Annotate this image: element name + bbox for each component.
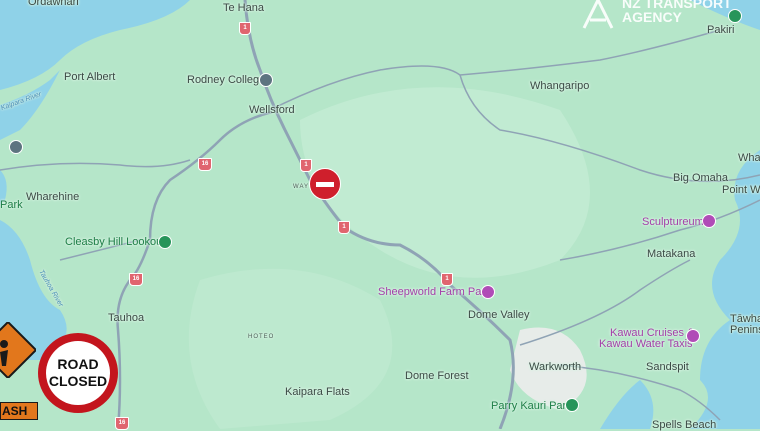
- road-closed-sign: ROAD CLOSED: [38, 333, 118, 413]
- place-label[interactable]: Pakiri: [707, 25, 735, 36]
- place-label[interactable]: Dome Forest: [405, 371, 469, 382]
- place-label[interactable]: Dome Valley: [468, 310, 530, 321]
- highway-1-shield: 1: [441, 273, 453, 286]
- place-label[interactable]: Tauhoa: [108, 313, 144, 324]
- poi-label[interactable]: Sheepworld Farm Park: [378, 287, 491, 298]
- park-label[interactable]: Parry Kauri Park: [491, 401, 572, 412]
- place-label: WAY: [293, 184, 309, 190]
- place-label[interactable]: Rodney College: [187, 75, 265, 86]
- ferry-icon[interactable]: [686, 329, 700, 343]
- highway-1-shield: 1: [300, 159, 312, 172]
- highway-1-shield: 1: [338, 221, 350, 234]
- place-icon[interactable]: [9, 140, 23, 154]
- park-label[interactable]: Cleasby Hill Lookout: [65, 237, 165, 248]
- crash-label: ASH: [0, 402, 38, 420]
- place-label[interactable]: Park: [0, 200, 23, 211]
- place-label[interactable]: Kaipara Flats: [285, 387, 350, 398]
- place-label[interactable]: Big Omaha: [673, 173, 728, 184]
- place-label[interactable]: Point We: [722, 185, 760, 196]
- place-label[interactable]: Penins: [730, 325, 760, 336]
- highway-16-shield: 16: [198, 158, 212, 171]
- place-label[interactable]: Wharehine: [26, 192, 79, 203]
- poi-label[interactable]: Sculptureum: [642, 217, 704, 228]
- poi-label[interactable]: Kawau Water Taxis: [599, 339, 693, 350]
- road-closure-marker-icon[interactable]: [309, 168, 341, 200]
- place-label[interactable]: Matakana: [647, 249, 695, 260]
- art-gallery-icon[interactable]: [702, 214, 716, 228]
- watermark-line2: AGENCY: [622, 9, 682, 25]
- road-closed-text-line2: CLOSED: [48, 373, 108, 389]
- watermark: NZ TRANSPORT AGENCY: [580, 0, 732, 24]
- place-label[interactable]: Spells Beach: [652, 420, 716, 431]
- place-label[interactable]: Whangaripo: [530, 81, 589, 92]
- place-label[interactable]: Wellsford: [249, 105, 295, 116]
- place-label[interactable]: Ordawhari: [28, 0, 79, 8]
- place-label[interactable]: Warkworth: [529, 362, 581, 373]
- school-icon[interactable]: [259, 73, 273, 87]
- farm-park-icon[interactable]: [481, 285, 495, 299]
- highway-16-shield: 16: [115, 417, 129, 430]
- park-icon[interactable]: [565, 398, 579, 412]
- place-label[interactable]: Port Albert: [64, 72, 115, 83]
- place-label[interactable]: Sandspit: [646, 362, 689, 373]
- highway-1-shield: 1: [239, 22, 251, 35]
- road-closed-text-line1: ROAD: [57, 356, 99, 372]
- place-label: HOTEO: [248, 334, 275, 340]
- place-label[interactable]: Te Hana: [223, 3, 264, 14]
- crash-warning-sign-icon: [0, 322, 36, 378]
- place-label[interactable]: Wha: [738, 153, 760, 164]
- park-icon[interactable]: [158, 235, 172, 249]
- highway-16-shield: 16: [129, 273, 143, 286]
